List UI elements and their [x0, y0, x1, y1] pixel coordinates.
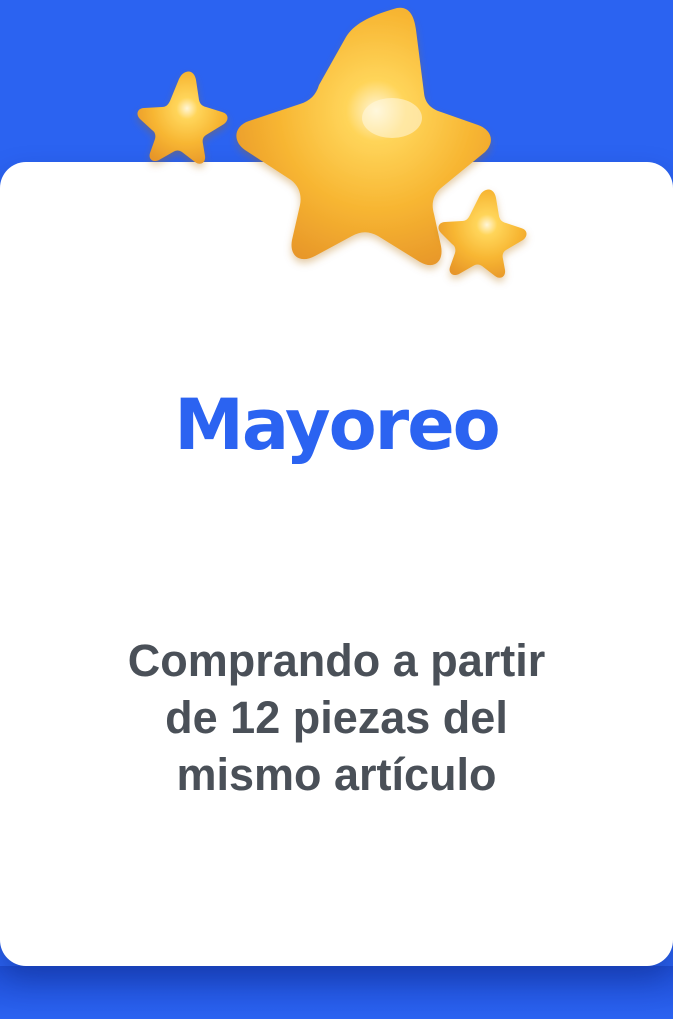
promo-card [0, 162, 673, 966]
background-shadow [0, 966, 673, 1019]
description-line: de 12 piezas del [165, 692, 508, 743]
description-line: Comprando a partir [127, 635, 546, 686]
small-star-left-icon [137, 71, 228, 164]
description: Comprando a partir de 12 piezas del mism… [60, 632, 613, 803]
page-title: Mayoreo [174, 384, 501, 466]
description-line: mismo artículo [176, 749, 497, 800]
